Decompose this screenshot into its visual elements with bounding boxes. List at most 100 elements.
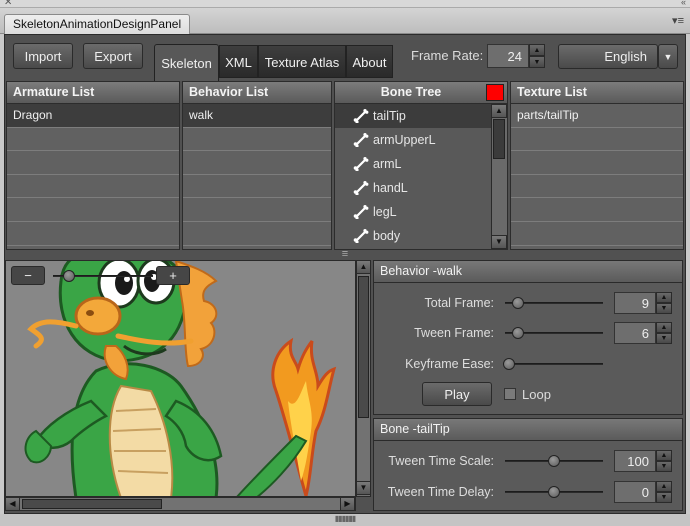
bone-tree-header: Bone Tree: [335, 82, 507, 104]
texture-list-panel: Texture List parts/tailTip: [510, 81, 684, 250]
tween-time-scale-down-icon[interactable]: ▼: [656, 461, 672, 472]
arrow-down-icon[interactable]: ▼: [356, 481, 371, 495]
canvas-hscroll-thumb[interactable]: [22, 499, 162, 509]
list-item-empty: [511, 198, 683, 222]
close-icon[interactable]: ✕: [4, 0, 12, 8]
tween-frame-up-icon[interactable]: ▲: [656, 322, 672, 333]
tween-frame-input[interactable]: 6: [614, 322, 656, 344]
keyframe-ease-slider-track[interactable]: [505, 363, 603, 365]
texture-list-header: Texture List: [511, 82, 683, 104]
panel-menu-icon[interactable]: ▾≡: [672, 14, 684, 27]
bone-panel-header: Bone -tailTip: [374, 419, 682, 441]
split-divider-grip[interactable]: ≡: [337, 249, 353, 260]
list-item-empty: [183, 222, 331, 246]
bone-tree-item-label: handL: [373, 181, 408, 195]
tween-frame-down-icon[interactable]: ▼: [656, 333, 672, 344]
armature-list-header: Armature List: [7, 82, 179, 104]
list-item-empty: [7, 222, 179, 246]
total-frame-up-icon[interactable]: ▲: [656, 292, 672, 303]
dragon-preview-image: [24, 261, 337, 496]
zoom-out-button[interactable]: −: [11, 266, 45, 285]
total-frame-label: Total Frame:: [424, 296, 494, 310]
tab-skeleton[interactable]: Skeleton: [154, 44, 219, 81]
bone-tree-item[interactable]: body: [335, 224, 491, 248]
tween-time-scale-up-icon[interactable]: ▲: [656, 450, 672, 461]
bone-icon: [353, 205, 369, 219]
keyframe-ease-label: Keyframe Ease:: [405, 357, 494, 371]
canvas-vscroll-thumb[interactable]: [358, 276, 369, 418]
bone-icon: [353, 157, 369, 171]
frame-rate-down-icon[interactable]: ▼: [529, 56, 545, 68]
tween-time-scale-input[interactable]: 100: [614, 450, 656, 472]
tween-time-delay-label: Tween Time Delay:: [387, 485, 494, 499]
list-item-empty: [183, 151, 331, 175]
list-item-empty: [183, 175, 331, 199]
tween-time-scale-slider-knob[interactable]: [548, 455, 560, 467]
list-item-empty: [511, 175, 683, 199]
keyframe-ease-slider-knob[interactable]: [503, 358, 515, 370]
loop-checkbox[interactable]: [504, 388, 516, 400]
behavior-list-panel: Behavior List walk: [182, 81, 332, 250]
tab-texture-atlas[interactable]: Texture Atlas: [258, 45, 346, 78]
tween-time-delay-down-icon[interactable]: ▼: [656, 492, 672, 503]
list-item-empty: [7, 151, 179, 175]
list-item-empty: [183, 198, 331, 222]
export-button[interactable]: Export: [83, 43, 143, 69]
bone-icon: [353, 229, 369, 243]
tween-time-delay-up-icon[interactable]: ▲: [656, 481, 672, 492]
zoom-in-button[interactable]: +: [156, 266, 190, 285]
bone-tree-item-label: armL: [373, 157, 402, 171]
frame-rate-up-icon[interactable]: ▲: [529, 44, 545, 56]
arrow-down-icon[interactable]: ▼: [491, 235, 507, 249]
total-frame-input[interactable]: 9: [614, 292, 656, 314]
collapse-icon[interactable]: «: [681, 0, 686, 7]
bone-tree-item[interactable]: armL: [335, 152, 491, 176]
list-item[interactable]: Dragon: [7, 104, 179, 128]
bone-tree-item-label: body: [373, 229, 401, 243]
bone-icon: [353, 109, 369, 123]
tween-time-delay-input[interactable]: 0: [614, 481, 656, 503]
bone-tree-item-label: tailTip: [373, 109, 406, 123]
list-item-empty: [7, 175, 179, 199]
resize-grip-icon[interactable]: ▮▮▮▮▮▮: [330, 515, 360, 523]
list-item-empty: [183, 128, 331, 152]
bone-icon: [353, 181, 369, 195]
frame-rate-label: Frame Rate:: [411, 48, 484, 63]
list-item-empty: [511, 128, 683, 152]
tween-frame-label: Tween Frame:: [414, 326, 494, 340]
behavior-list-header: Behavior List: [183, 82, 331, 104]
list-item-empty: [511, 151, 683, 175]
panel-title-tab[interactable]: SkeletonAnimationDesignPanel: [4, 14, 191, 34]
total-frame-down-icon[interactable]: ▼: [656, 303, 672, 314]
bone-tree-item[interactable]: tailTip: [335, 104, 491, 128]
bone-icon: [353, 133, 369, 147]
list-item-empty: [7, 198, 179, 222]
list-item-empty: [511, 222, 683, 246]
list-item[interactable]: parts/tailTip: [511, 104, 683, 128]
arrow-up-icon[interactable]: ▲: [356, 260, 371, 274]
loop-label: Loop: [522, 387, 551, 402]
import-button[interactable]: Import: [13, 43, 73, 69]
list-item-empty: [7, 128, 179, 152]
language-select[interactable]: English: [558, 44, 658, 69]
bone-tree-item-label: legL: [373, 205, 397, 219]
language-dropdown-icon[interactable]: ▼: [658, 44, 678, 69]
bone-tree-item[interactable]: handL: [335, 176, 491, 200]
armature-list-panel: Armature List Dragon: [6, 81, 180, 250]
bone-color-swatch[interactable]: [486, 84, 504, 101]
list-item[interactable]: walk: [183, 104, 331, 128]
animation-canvas[interactable]: [5, 260, 356, 497]
play-button[interactable]: Play: [422, 382, 492, 406]
arrow-right-icon[interactable]: ▶: [340, 497, 355, 511]
tab-about[interactable]: About: [346, 45, 393, 78]
tween-time-delay-slider-knob[interactable]: [548, 486, 560, 498]
bone-tree-scroll-thumb[interactable]: [493, 119, 505, 159]
frame-rate-input[interactable]: 24: [487, 44, 529, 68]
bone-tree-item[interactable]: armUpperL: [335, 128, 491, 152]
bone-tree-item[interactable]: legL: [335, 200, 491, 224]
arrow-left-icon[interactable]: ◀: [5, 497, 20, 511]
arrow-up-icon[interactable]: ▲: [491, 104, 507, 118]
bone-tree-item-label: armUpperL: [373, 133, 436, 147]
tab-xml[interactable]: XML: [219, 45, 258, 78]
tween-time-scale-label: Tween Time Scale:: [388, 454, 494, 468]
